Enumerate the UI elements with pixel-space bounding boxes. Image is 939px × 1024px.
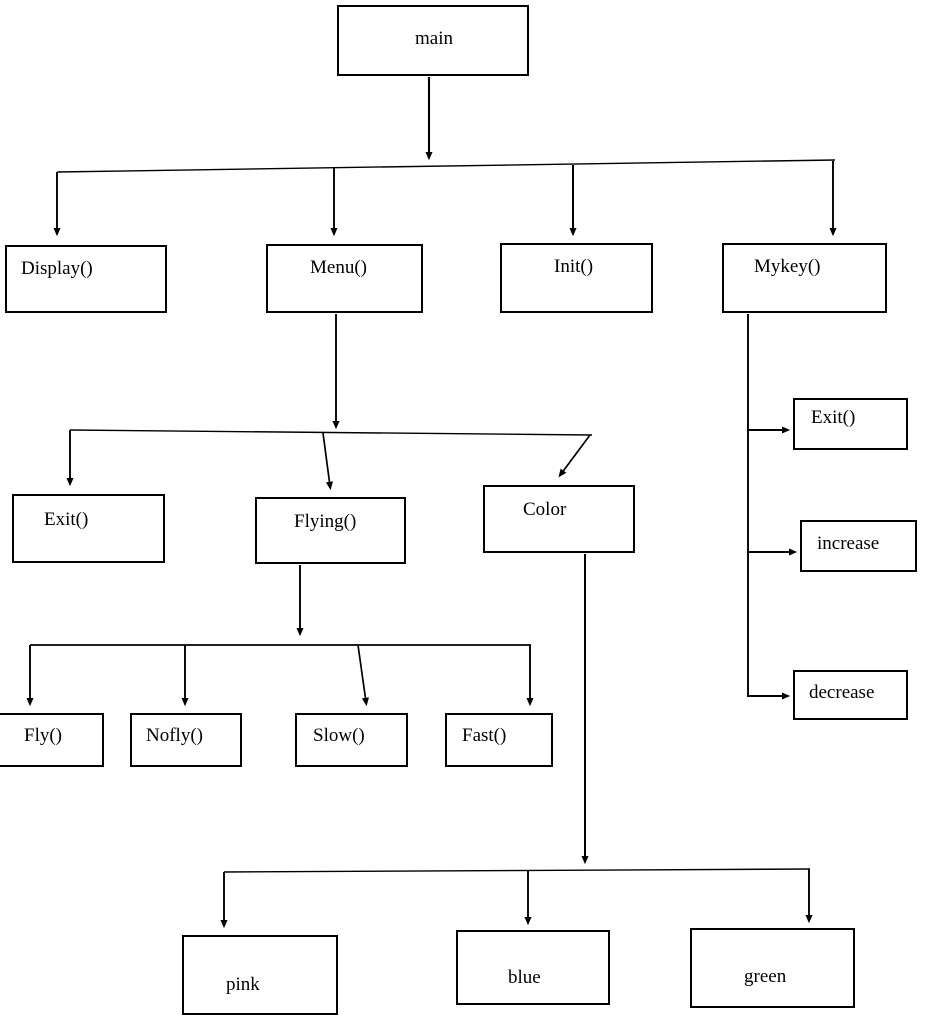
node-menu-label: Menu() xyxy=(310,257,367,278)
node-decrease-label: decrease xyxy=(809,682,875,703)
node-blue-label: blue xyxy=(508,967,541,988)
node-main[interactable]: main xyxy=(337,5,529,76)
edge-mykey-to-increase xyxy=(747,430,798,556)
node-mykey-label: Mykey() xyxy=(754,256,821,277)
node-increase-label: increase xyxy=(817,533,880,554)
edge-mykey-to-decrease xyxy=(747,552,791,700)
node-exit-menu[interactable]: Exit() xyxy=(12,494,165,563)
node-decrease[interactable]: decrease xyxy=(793,670,908,720)
node-color-label: Color xyxy=(523,499,567,520)
node-color[interactable]: Color xyxy=(483,485,635,553)
node-nofly[interactable]: Nofly() xyxy=(130,713,242,767)
node-flying[interactable]: Flying() xyxy=(255,497,406,564)
node-mykey[interactable]: Mykey() xyxy=(722,243,887,313)
node-fly-label: Fly() xyxy=(24,725,62,746)
node-flying-label: Flying() xyxy=(294,511,357,532)
edge-bus-row5 xyxy=(220,868,813,929)
node-init-label: Init() xyxy=(554,256,594,277)
node-init[interactable]: Init() xyxy=(500,243,653,313)
node-pink[interactable]: pink xyxy=(182,935,338,1015)
node-main-label: main xyxy=(415,28,453,49)
edge-bus-row4 xyxy=(26,644,534,707)
node-exit-menu-label: Exit() xyxy=(44,509,89,530)
node-green[interactable]: green xyxy=(690,928,855,1008)
node-display[interactable]: Display() xyxy=(5,245,167,313)
node-fast[interactable]: Fast() xyxy=(445,713,553,767)
edge-bus-row3 xyxy=(66,429,593,491)
node-exit-key-label: Exit() xyxy=(811,407,856,428)
node-blue[interactable]: blue xyxy=(456,930,610,1005)
node-slow-label: Slow() xyxy=(313,725,365,746)
node-exit-key[interactable]: Exit() xyxy=(793,398,908,450)
node-nofly-label: Nofly() xyxy=(146,725,203,746)
edge-bus-row2 xyxy=(53,159,837,237)
node-increase[interactable]: increase xyxy=(800,520,917,572)
node-slow[interactable]: Slow() xyxy=(295,713,408,767)
node-menu[interactable]: Menu() xyxy=(266,244,423,313)
flowchart-canvas: main Display() Menu() Init() Mykey() Exi… xyxy=(0,0,939,1024)
node-fast-label: Fast() xyxy=(462,725,507,746)
edge-mykey-to-exit xyxy=(747,314,791,434)
node-display-label: Display() xyxy=(21,258,93,279)
node-pink-label: pink xyxy=(226,974,260,995)
node-fly[interactable]: Fly() xyxy=(0,713,104,767)
node-green-label: green xyxy=(744,966,787,987)
